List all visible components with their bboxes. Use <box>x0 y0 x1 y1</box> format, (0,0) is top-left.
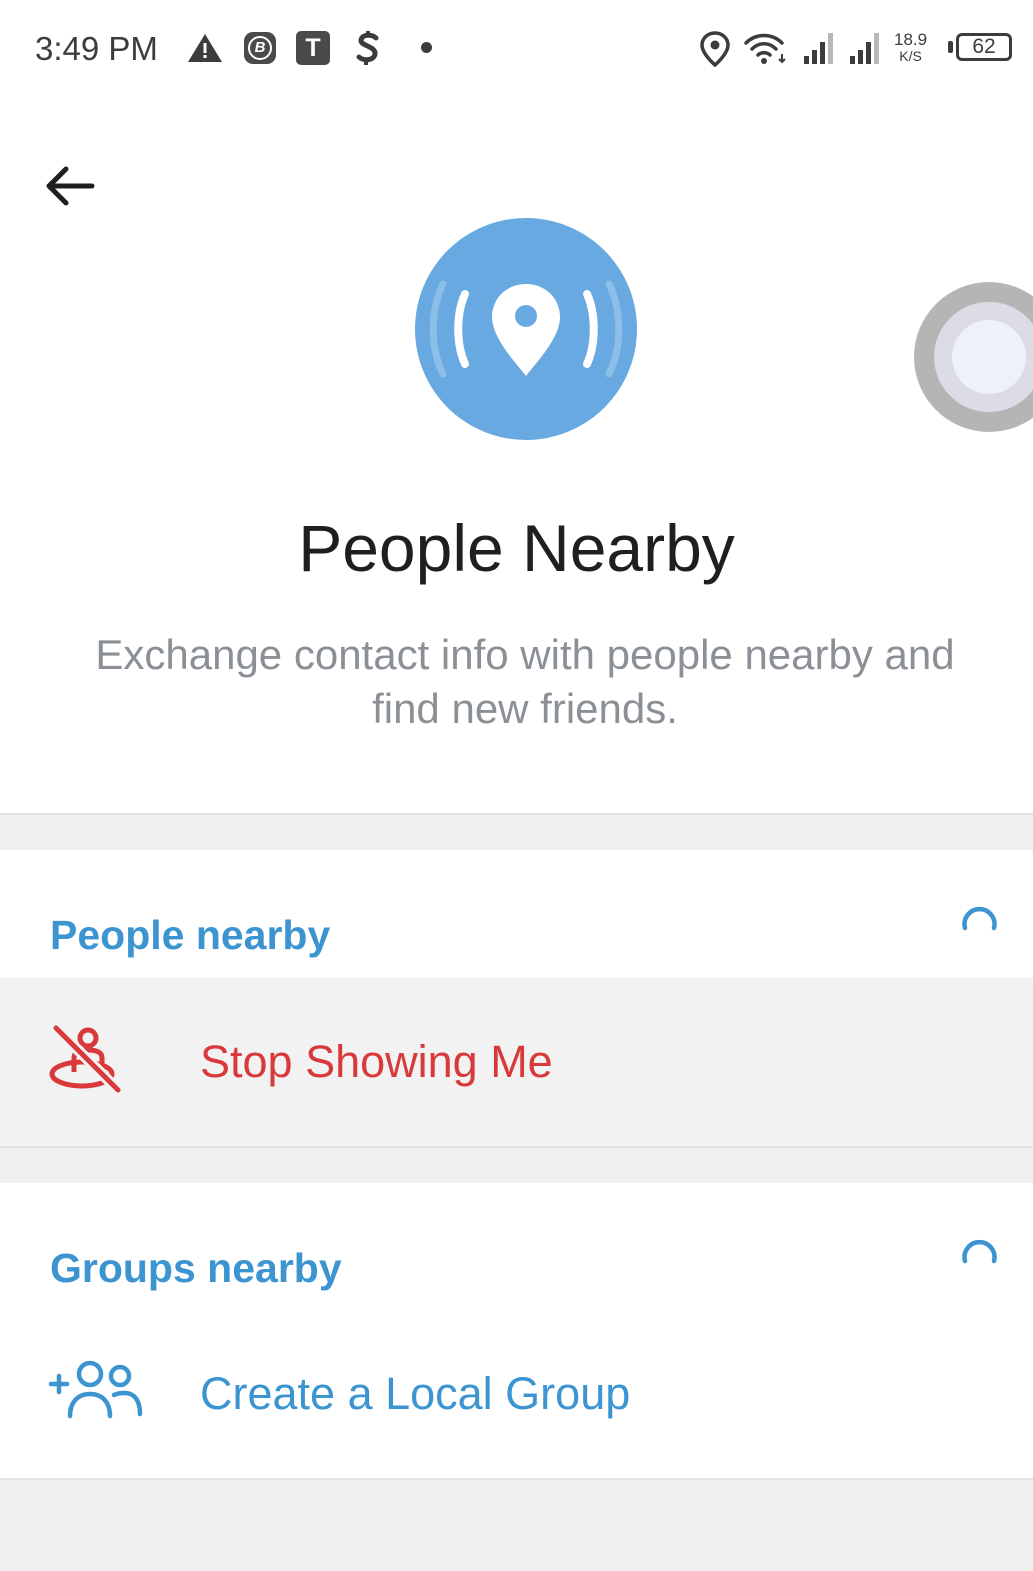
floating-core <box>952 320 1026 394</box>
page-title: People Nearby <box>298 511 735 585</box>
divider <box>0 1478 1033 1480</box>
s-app-icon <box>356 31 379 65</box>
arrow-left-icon <box>46 166 95 206</box>
location-broadcast-icon <box>429 280 623 378</box>
page-subtitle: Exchange contact info with people nearby… <box>95 631 955 732</box>
stop-showing-me-button[interactable]: Stop Showing Me <box>0 978 1033 1146</box>
divider <box>0 1146 1033 1148</box>
status-time: 3:49 PM <box>35 30 158 67</box>
signal-icon-2 <box>850 33 879 64</box>
section-header-people: People nearby <box>50 912 331 958</box>
add-group-icon <box>48 1360 143 1419</box>
groups-nearby-section: Groups nearby Create a Local Group <box>0 1183 1033 1478</box>
network-speed: 18.9 K/S <box>894 30 928 64</box>
dot-icon <box>421 42 432 53</box>
hero-circle <box>415 218 637 440</box>
status-bar: 3:49 PM B T 18.9 K/S 62 <box>0 0 1033 100</box>
battery-icon: 62 <box>956 33 1012 61</box>
back-button[interactable] <box>30 150 110 222</box>
divider <box>0 813 1033 815</box>
spinner-icon <box>962 906 997 931</box>
signal-icon-1 <box>804 33 833 64</box>
people-nearby-section: People nearby Stop Showing Me <box>0 850 1033 1146</box>
hide-location-icon <box>49 1024 122 1094</box>
battery-tip <box>948 41 953 53</box>
b-app-icon: B <box>244 32 276 64</box>
create-local-group-label: Create a Local Group <box>200 1368 631 1419</box>
t-app-icon: T <box>296 31 330 65</box>
wifi-icon <box>744 33 786 64</box>
section-header-groups: Groups nearby <box>50 1245 342 1291</box>
spinner-icon <box>962 1239 997 1264</box>
location-status-icon <box>700 31 730 67</box>
stop-showing-me-label: Stop Showing Me <box>200 1036 553 1087</box>
create-local-group-button[interactable]: Create a Local Group <box>0 1310 1033 1478</box>
warning-icon <box>188 34 222 62</box>
